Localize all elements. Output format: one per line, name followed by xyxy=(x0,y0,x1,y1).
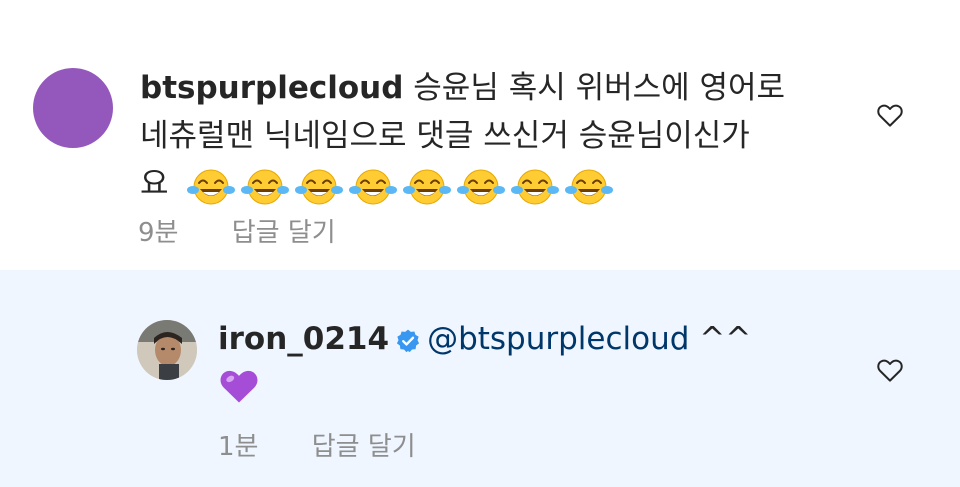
face-with-tears-of-joy-emoji xyxy=(295,169,344,204)
reply-button[interactable]: 답글 달기 xyxy=(232,212,336,249)
face-with-tears-of-joy-emoji xyxy=(511,169,560,204)
comment-body: btspurplecloud 승윤님 혹시 위버스에 영어로 네츄럴맨 닉네임으… xyxy=(140,64,840,208)
comment-text-line3: 요 xyxy=(140,166,169,202)
comment-text-line1: 승윤님 혹시 위버스에 영어로 xyxy=(413,70,786,106)
comment-text-line2: 네츄럴맨 닉네임으로 댓글 쓰신거 승윤님이신가 xyxy=(140,118,750,154)
comment-meta: 9분 답글 달기 xyxy=(138,212,336,249)
mention-link[interactable]: @btspurplecloud xyxy=(427,321,689,357)
face-with-tears-of-joy-emoji xyxy=(457,169,506,204)
reply-text-content: ^^ xyxy=(699,321,752,357)
face-with-tears-of-joy-emoji xyxy=(565,169,614,204)
comment-item: btspurplecloud 승윤님 혹시 위버스에 영어로 네츄럴맨 닉네임으… xyxy=(0,0,960,270)
comment-username[interactable]: btspurplecloud xyxy=(140,70,403,106)
face-with-tears-of-joy-emoji xyxy=(241,169,290,204)
face-with-tears-of-joy-emoji xyxy=(403,169,452,204)
reply-username[interactable]: iron_0214 xyxy=(218,321,389,357)
reply-button[interactable]: 답글 달기 xyxy=(312,426,416,463)
avatar[interactable] xyxy=(137,320,197,380)
avatar[interactable] xyxy=(33,68,113,148)
reply-body: iron_0214 @btspurplecloud ^^ xyxy=(218,315,838,405)
face-with-tears-of-joy-emoji xyxy=(349,169,398,204)
purple-heart-emoji xyxy=(220,370,258,403)
reply-time: 1분 xyxy=(218,432,259,462)
profile-photo xyxy=(137,320,197,380)
reply-meta: 1분 답글 달기 xyxy=(218,426,416,463)
heart-outline-icon[interactable] xyxy=(873,355,907,385)
verified-badge-icon xyxy=(397,329,420,352)
emoji-row xyxy=(186,166,614,206)
comment-time: 9분 xyxy=(138,218,179,248)
heart-outline-icon[interactable] xyxy=(873,100,907,130)
face-with-tears-of-joy-emoji xyxy=(187,169,236,204)
